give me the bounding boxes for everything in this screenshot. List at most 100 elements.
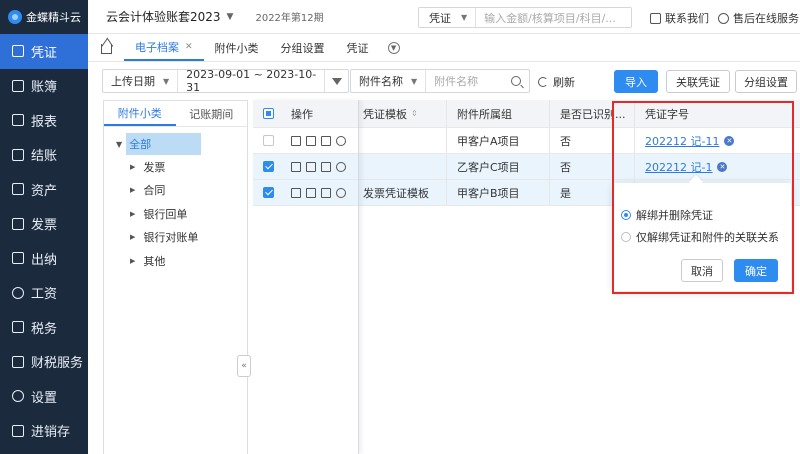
unlink-voucher-icon[interactable]: ✕: [717, 161, 728, 172]
sidebar-item-label: 财税服务: [31, 356, 84, 372]
sidebar-item-salary[interactable]: 工资: [0, 276, 88, 311]
delete-icon[interactable]: [321, 161, 331, 172]
logo-icon: [8, 10, 22, 24]
tab-group-settings[interactable]: 分组设置: [270, 34, 336, 61]
more-icon[interactable]: [336, 161, 346, 172]
tab-attachment-subcategory[interactable]: 附件小类: [104, 101, 176, 126]
date-filter[interactable]: 上传日期 ▼ 2023-09-01 ~ 2023-10-31: [102, 68, 349, 94]
link-voucher-button[interactable]: 关联凭证: [666, 70, 730, 93]
search-input[interactable]: 输入金额/核算项目/科目/...: [476, 10, 616, 26]
sidebar-item-settings[interactable]: 设置: [0, 379, 88, 414]
sidebar-item-inventory[interactable]: 进销存: [0, 414, 88, 449]
sidebar-item-asset[interactable]: 资产: [0, 172, 88, 207]
report-icon: [12, 114, 24, 127]
global-search[interactable]: 凭证 ▼ 输入金额/核算项目/科目/...: [418, 7, 632, 28]
row-checkbox[interactable]: [262, 161, 274, 172]
tab-voucher[interactable]: 凭证: [336, 34, 380, 61]
tree-node-all[interactable]: ▼ 全部: [116, 133, 247, 155]
filter-button[interactable]: [324, 70, 348, 92]
tab-archive[interactable]: 电子档案 ✕: [124, 34, 204, 61]
radio-unlink-delete[interactable]: [621, 210, 631, 220]
sidebar-item-label: 设置: [31, 390, 58, 406]
home-icon: [100, 44, 112, 54]
tree-node-bank-statement[interactable]: ▶ 银行对账单: [130, 226, 247, 250]
support-link[interactable]: 售后在线服务: [718, 10, 799, 26]
sidebar-item-closing[interactable]: 结账: [0, 138, 88, 173]
unlink-voucher-icon[interactable]: ✕: [724, 135, 735, 146]
row-checkbox[interactable]: [262, 135, 274, 146]
sidebar-item-report[interactable]: 报表: [0, 103, 88, 138]
tree-node-other[interactable]: ▶ 其他: [130, 249, 247, 273]
import-button[interactable]: 导入: [614, 70, 658, 93]
option-unlink-only[interactable]: 仅解绑凭证和附件的关联关系: [621, 229, 779, 245]
tab-attachment-category[interactable]: 附件小类: [204, 34, 270, 61]
voucher-link[interactable]: 202212 记-1: [645, 159, 712, 175]
attachment-field-select[interactable]: 附件名称 ▼: [351, 70, 427, 92]
home-tab[interactable]: [88, 34, 124, 61]
tab-accounting-period[interactable]: 记账期间: [176, 101, 248, 126]
confirm-button[interactable]: 确定: [734, 259, 778, 282]
caret-right-icon[interactable]: ▶: [130, 233, 135, 241]
sort-icon[interactable]: ⇕: [411, 109, 418, 118]
table-row[interactable]: 乙客户C项目 否 202212 记-1 ✕: [253, 154, 800, 180]
caret-right-icon[interactable]: ▶: [130, 257, 135, 265]
caret-down-icon[interactable]: ▼: [116, 140, 122, 149]
edit-icon[interactable]: [291, 135, 301, 146]
row-checkbox-cell: [253, 154, 283, 179]
cell-group: 乙客户C项目: [446, 154, 549, 179]
more-icon[interactable]: [336, 135, 346, 146]
chevron-down-icon: ▼: [411, 76, 418, 86]
attachment-filter[interactable]: 附件名称 ▼ 附件名称: [350, 69, 530, 93]
download-icon[interactable]: [306, 187, 316, 198]
option-unlink-only-label: 仅解绑凭证和附件的关联关系: [636, 231, 779, 244]
cancel-button[interactable]: 取消: [681, 259, 723, 282]
account-switcher[interactable]: 云会计体验账套2023 ▼: [106, 8, 233, 25]
caret-right-icon[interactable]: ▶: [130, 210, 135, 218]
sidebar-item-invoice[interactable]: 发票: [0, 207, 88, 242]
date-type-select[interactable]: 上传日期 ▼: [103, 70, 179, 92]
caret-right-icon[interactable]: ▶: [130, 186, 135, 194]
sidebar-item-service[interactable]: 财税服务: [0, 345, 88, 380]
sidebar-item-tax[interactable]: 税务: [0, 310, 88, 345]
select-all-checkbox[interactable]: [262, 108, 274, 119]
date-range-input[interactable]: 2023-09-01 ~ 2023-10-31: [178, 68, 324, 94]
voucher-link[interactable]: 202212 记-11: [645, 133, 719, 149]
edit-icon[interactable]: [291, 187, 301, 198]
refresh-label: 刷新: [553, 76, 575, 89]
collapse-panel-button[interactable]: «: [237, 355, 251, 377]
delete-icon[interactable]: [321, 135, 331, 146]
sidebar-item-voucher[interactable]: 凭证: [0, 34, 88, 69]
group-settings-button[interactable]: 分组设置: [735, 70, 797, 93]
close-icon[interactable]: ✕: [185, 42, 193, 52]
row-checkbox[interactable]: [262, 187, 274, 198]
table-row[interactable]: 甲客户A项目 否 202212 记-11 ✕: [253, 128, 800, 154]
sidebar-item-ledger[interactable]: 账簿: [0, 69, 88, 104]
download-icon[interactable]: [306, 161, 316, 172]
search-icon[interactable]: [511, 76, 521, 86]
search-type-select[interactable]: 凭证 ▼: [419, 8, 477, 27]
sidebar-item-cashier[interactable]: 出纳: [0, 241, 88, 276]
refresh-icon: [538, 77, 548, 87]
tree-node-invoice[interactable]: ▶ 发票: [130, 155, 247, 179]
select-all-cell: [253, 100, 283, 127]
attachment-name-input[interactable]: 附件名称: [426, 73, 511, 89]
caret-right-icon[interactable]: ▶: [130, 163, 135, 171]
header-template[interactable]: 凭证模板 ⇕: [358, 100, 446, 127]
more-icon[interactable]: [336, 187, 346, 198]
sidebar-item-label: 税务: [31, 321, 58, 337]
edit-icon[interactable]: [291, 161, 301, 172]
option-unlink-delete[interactable]: 解绑并删除凭证: [621, 207, 713, 223]
tab-label: 分组设置: [280, 41, 325, 55]
row-actions: [283, 128, 358, 153]
sidebar-item-label: 结账: [31, 149, 58, 165]
tree-node-contract[interactable]: ▶ 合同: [130, 179, 247, 203]
contact-us-link[interactable]: 联系我们: [650, 10, 709, 26]
header-op: 操作: [291, 107, 313, 121]
download-icon[interactable]: [306, 135, 316, 146]
radio-unlink-only[interactable]: [621, 232, 631, 242]
tree-node-bank-receipt[interactable]: ▶ 银行回单: [130, 202, 247, 226]
more-tabs-icon[interactable]: ▼: [387, 41, 400, 54]
refresh-button[interactable]: 刷新: [538, 74, 575, 90]
search-type-label: 凭证: [429, 11, 451, 25]
delete-icon[interactable]: [321, 187, 331, 198]
